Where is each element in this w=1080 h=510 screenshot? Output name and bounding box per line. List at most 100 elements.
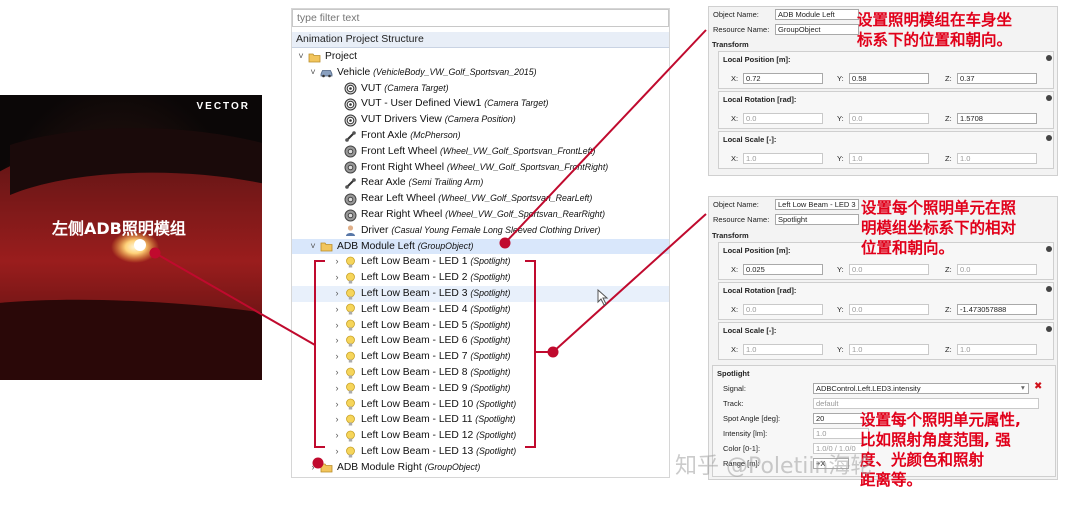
chevron-right-icon[interactable]: ›: [332, 365, 342, 381]
note-line: 度、光颜色和照射: [860, 451, 985, 469]
rotation-y-field[interactable]: 0.0: [849, 113, 929, 124]
note-line: 明模组坐标系下的相对: [861, 219, 1017, 237]
tree-row[interactable]: › Left Low Beam - LED 1 (Spotlight): [292, 254, 669, 270]
tree-row-label: Vehicle (VehicleBody_VW_Golf_Sportsvan_2…: [337, 65, 537, 81]
pin-icon[interactable]: [1046, 286, 1052, 292]
chevron-right-icon[interactable]: ›: [332, 270, 342, 286]
tree-row[interactable]: ˅ Vehicle (VehicleBody_VW_Golf_Sportsvan_…: [292, 65, 669, 81]
tree-row[interactable]: › Left Low Beam - LED 9 (Spotlight): [292, 381, 669, 397]
tree-row[interactable]: Rear Axle (Semi Trailing Arm): [292, 175, 669, 191]
chevron-right-icon[interactable]: ›: [332, 333, 342, 349]
pin-icon[interactable]: [1046, 135, 1052, 141]
tree-row-type: (Semi Trailing Arm): [408, 177, 484, 188]
position-x-field[interactable]: 0.72: [743, 73, 823, 84]
scale-z-field[interactable]: 1.0: [957, 344, 1037, 355]
tree-row[interactable]: VUT - User Defined View1 (Camera Target): [292, 96, 669, 112]
chevron-right-icon[interactable]: ›: [332, 428, 342, 444]
rotation-z-field[interactable]: 1.5708: [957, 113, 1037, 124]
pin-icon[interactable]: [1046, 326, 1052, 332]
chevron-right-icon[interactable]: ›: [332, 412, 342, 428]
local-scale-group: Local Scale [-]: X: 1.0 Y: 1.0 Z: 1.0: [718, 131, 1054, 169]
tree-row[interactable]: › Left Low Beam - LED 4 (Spotlight): [292, 302, 669, 318]
tree-row[interactable]: › Left Low Beam - LED 10 (Spotlight): [292, 397, 669, 413]
tree-row-label: Driver (Casual Young Female Long Sleeved…: [361, 223, 600, 239]
tree-row-name: Left Low Beam - LED 9: [361, 382, 468, 394]
tree-row[interactable]: › Left Low Beam - LED 8 (Spotlight): [292, 365, 669, 381]
rotation-z-field[interactable]: -1.473057888: [957, 304, 1037, 315]
tree-row[interactable]: Front Right Wheel (Wheel_VW_Golf_Sportsv…: [292, 160, 669, 176]
spotlight-bulb-icon: [344, 351, 357, 364]
tree-row[interactable]: › Left Low Beam - LED 3 (Spotlight): [292, 286, 669, 302]
tree-row[interactable]: Front Axle (McPherson): [292, 128, 669, 144]
scale-y-field[interactable]: 1.0: [849, 153, 929, 164]
chevron-right-icon[interactable]: ›: [308, 460, 318, 476]
position-z-field[interactable]: 0.37: [957, 73, 1037, 84]
pin-icon[interactable]: [1046, 55, 1052, 61]
tree-row[interactable]: › Left Low Beam - LED 2 (Spotlight): [292, 270, 669, 286]
tree-row-label: Left Low Beam - LED 7 (Spotlight): [361, 349, 510, 365]
tree-row[interactable]: ˅ Project: [292, 49, 669, 65]
chevron-right-icon[interactable]: ›: [332, 254, 342, 270]
z-label: Z:: [945, 154, 952, 163]
position-z-field[interactable]: 0.0: [957, 264, 1037, 275]
chevron-right-icon[interactable]: ›: [332, 286, 342, 302]
tree-row-label: VUT Drivers View (Camera Position): [361, 112, 516, 128]
chevron-down-icon[interactable]: ▾: [1021, 383, 1025, 392]
filter-input[interactable]: [292, 9, 669, 27]
chevron-down-icon[interactable]: ˅: [308, 65, 318, 81]
pin-icon[interactable]: [1046, 246, 1052, 252]
resource-name-field[interactable]: GroupObject: [775, 24, 859, 35]
tree-row-label: Left Low Beam - LED 4 (Spotlight): [361, 302, 510, 318]
tree-row[interactable]: VUT Drivers View (Camera Position): [292, 112, 669, 128]
chevron-right-icon[interactable]: ›: [332, 349, 342, 365]
position-y-field[interactable]: 0.0: [849, 264, 929, 275]
rotation-y-field[interactable]: 0.0: [849, 304, 929, 315]
tree-row-name: Left Low Beam - LED 1: [361, 256, 468, 268]
note-line: 设置每个照明单元在照: [861, 199, 1017, 217]
chevron-right-icon[interactable]: ›: [332, 318, 342, 334]
scale-x-field[interactable]: 1.0: [743, 344, 823, 355]
chevron-right-icon[interactable]: ›: [332, 381, 342, 397]
chevron-right-icon[interactable]: ›: [332, 397, 342, 413]
tree-row[interactable]: › Left Low Beam - LED 13 (Spotlight): [292, 444, 669, 460]
position-y-field[interactable]: 0.58: [849, 73, 929, 84]
tree-row-type: (Spotlight): [470, 319, 511, 330]
tree-row[interactable]: › Left Low Beam - LED 12 (Spotlight): [292, 428, 669, 444]
tree-row[interactable]: › Left Low Beam - LED 7 (Spotlight): [292, 349, 669, 365]
rotation-x-field[interactable]: 0.0: [743, 113, 823, 124]
tree-row[interactable]: Rear Right Wheel (Wheel_VW_Golf_Sportsva…: [292, 207, 669, 223]
tree-row[interactable]: › Left Low Beam - LED 5 (Spotlight): [292, 318, 669, 334]
y-label: Y:: [837, 305, 844, 314]
tree-row[interactable]: Rear Left Wheel (Wheel_VW_Golf_Sportsvan…: [292, 191, 669, 207]
scale-y-field[interactable]: 1.0: [849, 344, 929, 355]
chevron-right-icon[interactable]: ›: [332, 444, 342, 460]
z-label: Z:: [945, 114, 952, 123]
tree-row[interactable]: Front Left Wheel (Wheel_VW_Golf_Sportsva…: [292, 144, 669, 160]
tree-row[interactable]: › ADB Module Right (GroupObject): [292, 460, 669, 476]
tree-row[interactable]: › Left Low Beam - LED 11 (Spotlight): [292, 412, 669, 428]
scale-x-field[interactable]: 1.0: [743, 153, 823, 164]
chevron-right-icon[interactable]: ›: [332, 302, 342, 318]
position-x-field[interactable]: 0.025: [743, 264, 823, 275]
tree-row[interactable]: › Left Low Beam - LED 6 (Spotlight): [292, 333, 669, 349]
scale-z-field[interactable]: 1.0: [957, 153, 1037, 164]
rotation-x-field[interactable]: 0.0: [743, 304, 823, 315]
local-rotation-label: Local Rotation [rad]:: [723, 95, 797, 104]
pin-icon[interactable]: [1046, 95, 1052, 101]
resource-name-field[interactable]: Spotlight: [775, 214, 859, 225]
track-field[interactable]: default: [813, 398, 1039, 409]
spotlight-bulb-icon: [344, 430, 357, 443]
chevron-down-icon[interactable]: ˅: [296, 49, 306, 65]
chevron-down-icon[interactable]: ˅: [308, 239, 318, 255]
close-icon[interactable]: ✖: [1034, 381, 1042, 392]
tree-row[interactable]: ˅ ADB Module Left (GroupObject): [292, 238, 669, 255]
note-line: 位置和朝向。: [861, 239, 955, 257]
local-scale-label: Local Scale [-]:: [723, 135, 777, 144]
transform-section: Transform: [712, 40, 749, 49]
signal-select[interactable]: ADBControl.Left.LED3.intensity: [813, 383, 1029, 394]
object-name-field[interactable]: Left Low Beam - LED 3: [775, 199, 859, 210]
tree-row[interactable]: VUT (Camera Target): [292, 81, 669, 97]
z-label: Z:: [945, 345, 952, 354]
tree-row[interactable]: Driver (Casual Young Female Long Sleeved…: [292, 223, 669, 239]
object-name-field[interactable]: ADB Module Left: [775, 9, 859, 20]
